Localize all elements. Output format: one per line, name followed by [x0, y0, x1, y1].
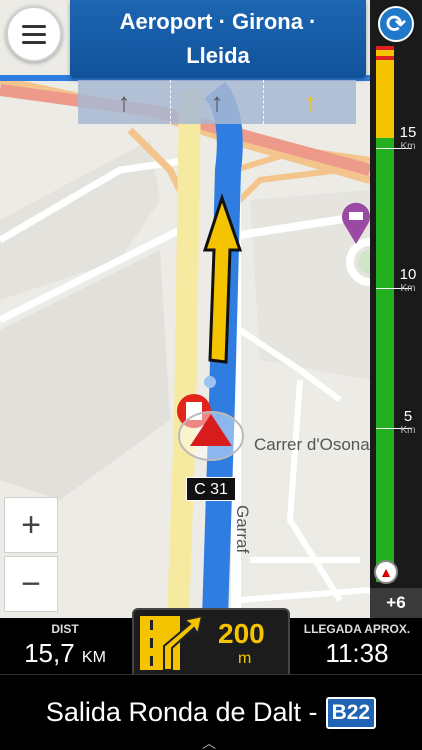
km-unit: Km — [400, 141, 416, 152]
lane-guidance: ↑ ↑ ↑ — [78, 80, 356, 124]
distance-value-row: 15,7 KM — [0, 638, 130, 669]
delay-indicator[interactable]: +6 — [370, 588, 422, 618]
km-unit: Km — [400, 425, 416, 436]
maneuver-unit: m — [238, 650, 252, 667]
distance-label: DIST — [51, 622, 79, 636]
lane-1-straight-arrow-icon: ↑ — [78, 80, 171, 124]
chevron-up-icon[interactable]: ︿ — [202, 736, 220, 750]
hamburger-menu-icon — [22, 24, 46, 28]
km-unit: Km — [400, 283, 416, 294]
traffic-bar — [376, 46, 394, 582]
km-5-value: 5 — [403, 408, 413, 425]
road-number-badge: B22 — [325, 696, 377, 729]
km-15-value: 15 — [399, 124, 417, 141]
lane-3-straight-arrow-icon: ↑ — [303, 86, 317, 117]
zoom-in-button[interactable]: + — [4, 497, 58, 553]
destination-text: Aeroport · Girona · Lleida — [119, 9, 317, 68]
next-street-name: Salida Ronda de Dalt - — [45, 697, 318, 727]
bottom-panel: DIST 15,7 KM 200 m LLEGADA APROX. 11:38 … — [0, 608, 422, 750]
km-label-15: 15 Km — [398, 124, 418, 152]
distance-value: 15,7 — [24, 638, 75, 668]
eta-label: LLEGADA APROX. — [303, 622, 411, 636]
zoom-out-button[interactable]: − — [4, 556, 58, 612]
menu-line — [22, 40, 46, 44]
route-progress-sidebar: ⟳ 15 Km 10 Km 5 Km ▲ +6 — [370, 0, 422, 618]
lane-2-straight-arrow-icon: ↑ — [171, 80, 264, 124]
current-position-icon: ▲ — [374, 560, 398, 584]
hotel-pin-icon[interactable] — [340, 200, 370, 246]
destination-banner[interactable]: Aeroport · Girona · Lleida — [70, 0, 366, 78]
menu-line — [22, 32, 46, 36]
street-label-garraf: Garraf — [233, 505, 252, 554]
distance-remaining[interactable]: DIST 15,7 KM — [0, 618, 130, 674]
exit-right-icon — [140, 616, 204, 670]
arrival-time[interactable]: LLEGADA APROX. 11:38 — [292, 618, 422, 674]
vehicle-position-icon — [178, 411, 244, 461]
next-maneuver-panel[interactable]: 200 m — [132, 608, 290, 674]
km-10-value: 10 — [399, 266, 417, 283]
eta-value: 11:38 — [325, 638, 389, 668]
km-label-5: 5 Km — [398, 408, 418, 436]
refresh-route-icon[interactable]: ⟳ — [378, 6, 414, 42]
map-view[interactable]: Carrer d'Osona Garraf C 31 Aeroport · Gi… — [0, 0, 370, 618]
street-label-osona: Carrer d'Osona — [254, 435, 370, 454]
distance-unit: KM — [81, 649, 106, 666]
road-shield-label: C 31 — [186, 477, 236, 501]
km-label-10: 10 Km — [398, 266, 418, 294]
maneuver-distance: 200 — [218, 618, 265, 649]
menu-button[interactable] — [6, 6, 62, 62]
